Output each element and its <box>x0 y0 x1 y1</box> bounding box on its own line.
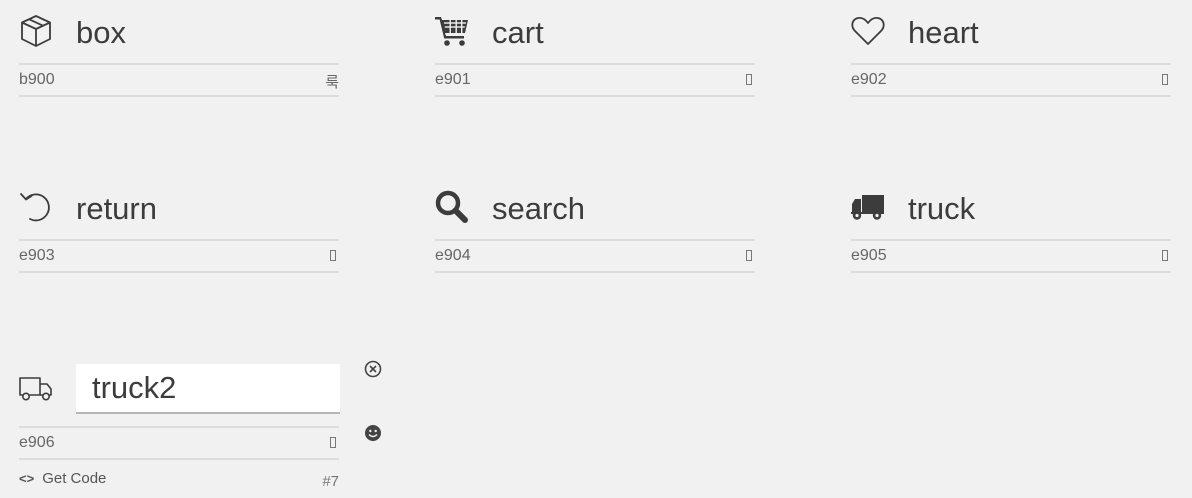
circle-x-icon <box>364 360 382 378</box>
glyph-codebar: b900 룩 <box>19 63 339 97</box>
glyph-char[interactable] <box>746 74 752 85</box>
smiley-icon <box>365 425 381 441</box>
box-icon <box>19 14 53 48</box>
truck-icon <box>851 190 885 224</box>
glyph-codebar: e904 <box>435 239 755 273</box>
glyph-code[interactable]: e903 <box>19 247 55 265</box>
glyph-char[interactable] <box>746 250 752 261</box>
search-icon <box>435 190 469 224</box>
glyph-box[interactable]: box b900 룩 <box>19 0 339 97</box>
glyph-code[interactable]: e905 <box>851 247 887 265</box>
glyph-char[interactable] <box>1162 250 1168 261</box>
glyph-name-input[interactable] <box>76 364 340 414</box>
truck-outline-icon <box>19 372 53 406</box>
glyph-code[interactable]: e906 <box>19 434 55 452</box>
glyph-name[interactable]: cart <box>492 17 544 48</box>
glyph-cart[interactable]: cart e901 <box>435 0 755 97</box>
glyph-return[interactable]: return e903 <box>19 176 339 273</box>
glyph-name[interactable]: truck <box>908 193 975 224</box>
emoji-button[interactable] <box>363 423 383 443</box>
get-code-button[interactable]: <> Get Code <box>19 470 106 487</box>
glyph-codebar: e905 <box>851 239 1171 273</box>
glyph-char[interactable] <box>330 250 336 261</box>
get-code-label: Get Code <box>42 470 107 487</box>
glyph-index: #7 <box>322 473 339 490</box>
glyph-codebar: e903 <box>19 239 339 273</box>
heart-icon <box>851 14 885 48</box>
glyph-name[interactable]: return <box>76 193 157 224</box>
glyph-codebar: e906 <box>19 426 339 460</box>
cart-icon <box>435 14 469 48</box>
glyph-codebar: e901 <box>435 63 755 97</box>
glyph-code[interactable]: b900 <box>19 71 55 89</box>
glyph-code[interactable]: e902 <box>851 71 887 89</box>
glyph-code[interactable]: e901 <box>435 71 471 89</box>
glyph-truck2-selected[interactable]: e906 <> Get Code #7 <box>19 362 340 492</box>
glyph-code[interactable]: e904 <box>435 247 471 265</box>
glyph-name[interactable]: box <box>76 17 126 48</box>
code-brackets-icon: <> <box>19 471 35 486</box>
glyph-truck[interactable]: truck e905 <box>851 176 1171 273</box>
glyph-codebar: e902 <box>851 63 1171 97</box>
return-icon <box>19 190 53 224</box>
glyph-name[interactable]: heart <box>908 17 979 48</box>
glyph-char[interactable] <box>1162 74 1168 85</box>
glyph-char[interactable]: 룩 <box>325 71 339 92</box>
remove-glyph-button[interactable] <box>363 359 383 379</box>
glyph-name[interactable]: search <box>492 193 585 224</box>
glyph-search[interactable]: search e904 <box>435 176 755 273</box>
glyph-heart[interactable]: heart e902 <box>851 0 1171 97</box>
glyph-char[interactable] <box>330 437 336 448</box>
